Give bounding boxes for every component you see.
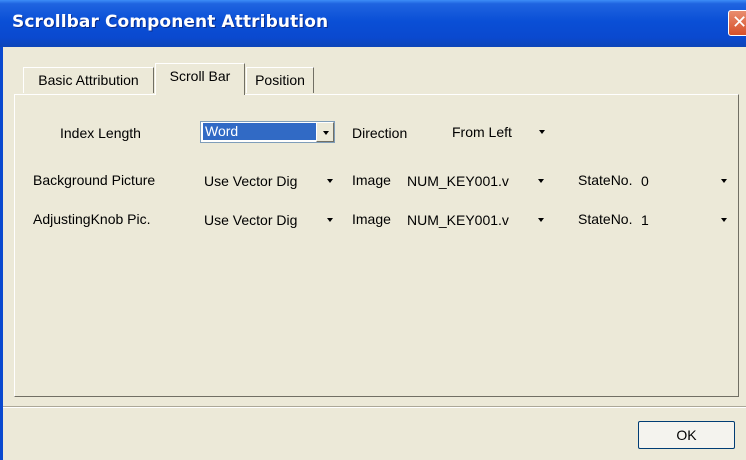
- knob-state-label: StateNo.: [578, 211, 633, 227]
- tab-position[interactable]: Position: [246, 67, 314, 93]
- chevron-down-icon[interactable]: [715, 171, 733, 191]
- background-source-value: Use Vector Dig: [204, 173, 298, 189]
- close-icon: ✕: [732, 12, 746, 33]
- tab-label: Basic Attribution: [38, 72, 139, 88]
- chevron-down-icon[interactable]: [321, 171, 339, 191]
- index-length-label: Index Length: [60, 125, 141, 141]
- direction-value: From Left: [452, 124, 512, 140]
- knob-image-label: Image: [352, 211, 391, 227]
- knob-state-select[interactable]: 1: [637, 209, 734, 231]
- background-state-select[interactable]: 0: [637, 170, 734, 192]
- close-button[interactable]: ✕: [728, 10, 746, 36]
- direction-select[interactable]: From Left: [448, 121, 552, 143]
- window-frame-left: [0, 47, 3, 460]
- chevron-down-icon[interactable]: [316, 122, 334, 142]
- knob-image-value: NUM_KEY001.v: [407, 212, 509, 228]
- background-picture-label: Background Picture: [33, 172, 156, 188]
- dialog-window: Scrollbar Component Attribution ✕ Basic …: [0, 0, 746, 460]
- title-bar[interactable]: Scrollbar Component Attribution ✕: [0, 0, 746, 47]
- chevron-down-icon[interactable]: [532, 171, 550, 191]
- background-image-value: NUM_KEY001.v: [407, 173, 509, 189]
- footer-divider-highlight: [0, 407, 746, 408]
- window-title: Scrollbar Component Attribution: [12, 12, 329, 32]
- knob-image-select[interactable]: NUM_KEY001.v: [403, 209, 551, 231]
- background-state-value: 0: [641, 173, 649, 189]
- knob-state-value: 1: [641, 212, 649, 228]
- tab-basic-attribution[interactable]: Basic Attribution: [23, 67, 154, 93]
- background-image-label: Image: [352, 172, 391, 188]
- tab-label: Position: [255, 72, 305, 88]
- index-length-select[interactable]: Word: [200, 121, 335, 143]
- background-state-label: StateNo.: [578, 172, 633, 188]
- tab-scroll-bar[interactable]: Scroll Bar: [155, 63, 245, 95]
- adjusting-knob-label: AdjustingKnob Pic.: [33, 211, 151, 227]
- direction-label: Direction: [352, 125, 408, 141]
- ok-button[interactable]: OK: [638, 421, 735, 449]
- tab-label: Scroll Bar: [169, 68, 231, 84]
- chevron-down-icon[interactable]: [715, 210, 733, 230]
- chevron-down-icon[interactable]: [532, 210, 550, 230]
- knob-source-value: Use Vector Dig: [204, 212, 298, 228]
- background-source-select[interactable]: Use Vector Dig: [200, 170, 340, 192]
- chevron-down-icon[interactable]: [533, 122, 551, 142]
- knob-source-select[interactable]: Use Vector Dig: [200, 209, 340, 231]
- chevron-down-icon[interactable]: [321, 210, 339, 230]
- background-image-select[interactable]: NUM_KEY001.v: [403, 170, 551, 192]
- index-length-value: Word: [203, 123, 322, 140]
